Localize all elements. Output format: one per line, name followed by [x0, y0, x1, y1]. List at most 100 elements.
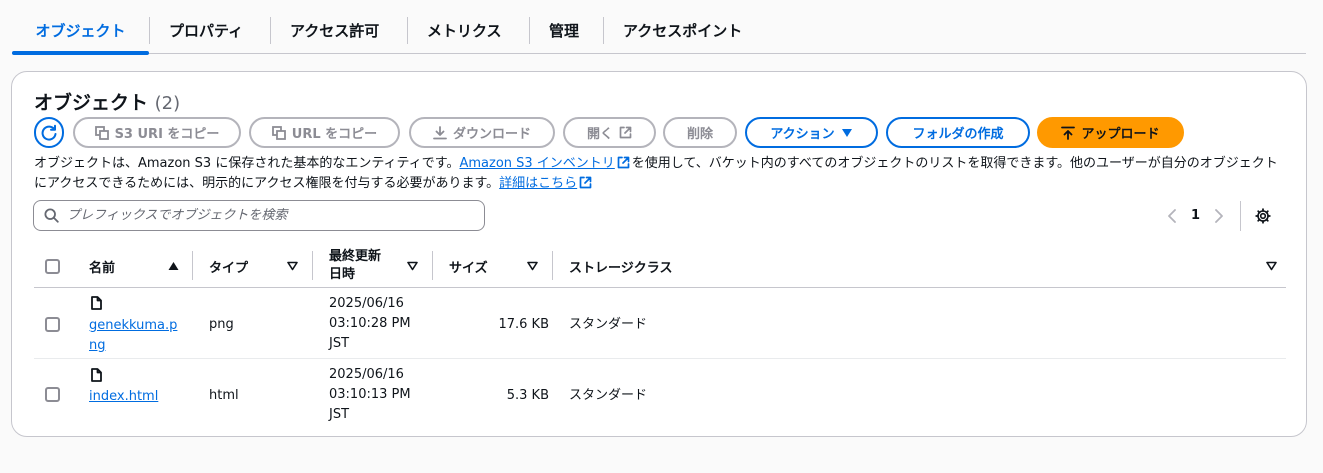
column-divider	[432, 251, 433, 280]
sort-icon[interactable]	[527, 261, 538, 271]
chevron-left-icon[interactable]	[1167, 208, 1177, 223]
modified-tz: JST	[329, 336, 350, 351]
create-folder-button[interactable]: フォルダの作成	[886, 117, 1030, 148]
sort-icon[interactable]	[407, 261, 418, 271]
actions-label: アクション	[770, 127, 835, 142]
copy-url-label: URL をコピー	[291, 127, 378, 142]
external-link-icon	[619, 126, 632, 139]
file-icon	[91, 368, 102, 382]
column-type[interactable]: タイプ	[209, 244, 248, 288]
tab-metrics-label: メトリクス	[427, 22, 502, 40]
row-checkbox-box	[45, 387, 60, 402]
description-text-1: オブジェクトは、Amazon S3 に保存された基本的なエンティティです。	[34, 156, 460, 171]
tab-metrics[interactable]: メトリクス	[407, 8, 529, 53]
search-box	[33, 200, 485, 231]
sort-icon[interactable]	[1266, 261, 1277, 271]
table-row: genekkuma.p ng png 2025/06/16 03:10:28 P…	[34, 288, 1286, 359]
download-icon	[433, 125, 447, 139]
tab-permissions[interactable]: アクセス許可	[270, 8, 407, 53]
gear-icon[interactable]	[1255, 207, 1271, 224]
object-name-link[interactable]: genekkuma.p ng	[89, 316, 189, 356]
tab-bar: オブジェクト プロパティ アクセス許可 メトリクス 管理 アクセスポイント	[12, 8, 1306, 55]
table-header: 名前 タイプ 最終更新 日時 サイズ ストレージクラス	[34, 244, 1286, 288]
tab-permissions-label: アクセス許可	[290, 22, 380, 40]
object-count: (2)	[154, 93, 181, 114]
search-input[interactable]	[67, 208, 467, 223]
open-button[interactable]: 開く	[563, 117, 656, 148]
create-folder-label: フォルダの作成	[912, 127, 1004, 142]
tab-objects-label: オブジェクト	[35, 22, 126, 40]
search-icon	[44, 208, 59, 223]
object-size: 17.6 KB	[498, 317, 549, 332]
objects-description: オブジェクトは、Amazon S3 に保存された基本的なエンティティです。Ama…	[34, 154, 1284, 194]
pagination: 1	[1167, 200, 1271, 231]
delete-label: 削除	[686, 127, 713, 142]
column-last-modified-label-2: 日時	[329, 267, 356, 282]
upload-button[interactable]: アップロード	[1037, 117, 1184, 148]
tab-access-points[interactable]: アクセスポイント	[603, 8, 773, 53]
upload-icon	[1061, 126, 1076, 140]
copy-url-button[interactable]: URL をコピー	[249, 117, 400, 148]
row-checkbox[interactable]	[45, 317, 60, 332]
object-name-line-1: index.html	[89, 389, 159, 404]
refresh-icon	[41, 124, 57, 141]
sort-ascending-icon[interactable]	[168, 261, 179, 271]
open-label: 開く	[586, 127, 613, 142]
actions-dropdown[interactable]: アクション	[745, 117, 878, 148]
column-name-label: 名前	[89, 260, 116, 276]
download-button[interactable]: ダウンロード	[409, 117, 555, 148]
panel-title: オブジェクト (2)	[34, 88, 180, 115]
download-label: ダウンロード	[452, 127, 531, 142]
tab-management[interactable]: 管理	[529, 8, 603, 53]
select-all-checkbox[interactable]	[45, 258, 60, 274]
copy-icon	[271, 125, 286, 140]
file-icon	[91, 296, 102, 310]
chevron-right-icon[interactable]	[1214, 208, 1224, 223]
modified-date: 2025/06/16	[329, 367, 404, 382]
panel-title-text: オブジェクト	[34, 92, 149, 114]
sort-icon[interactable]	[287, 261, 298, 271]
tab-objects[interactable]: オブジェクト	[12, 8, 149, 55]
tab-properties[interactable]: プロパティ	[149, 8, 270, 53]
column-last-modified[interactable]: 最終更新 日時	[329, 244, 381, 288]
column-divider	[192, 251, 193, 280]
object-storage-class: スタンダード	[569, 388, 648, 403]
object-name-link[interactable]: index.html	[89, 387, 189, 407]
pager-divider	[1240, 200, 1242, 231]
inventory-link[interactable]: Amazon S3 インベントリ	[459, 156, 614, 171]
column-size-label: サイズ	[449, 260, 488, 276]
object-last-modified: 2025/06/16 03:10:28 PM JST	[329, 294, 411, 354]
modified-time: 03:10:28 PM	[329, 316, 411, 331]
column-divider	[312, 251, 313, 280]
learn-more-link[interactable]: 詳細はこちら	[499, 176, 577, 191]
copy-s3-uri-button[interactable]: S3 URI をコピー	[73, 117, 241, 148]
objects-panel: オブジェクト (2) S3 URI をコピー URL をコピー ダウンロード 開…	[11, 71, 1307, 437]
column-size[interactable]: サイズ	[449, 244, 488, 288]
column-storage-class-label: ストレージクラス	[569, 260, 673, 276]
refresh-button[interactable]	[34, 117, 64, 148]
external-link-icon	[579, 176, 592, 189]
caret-down-icon	[841, 128, 852, 137]
object-name-line-1: genekkuma.p	[89, 318, 178, 333]
column-storage-class[interactable]: ストレージクラス	[569, 244, 672, 288]
column-type-label: タイプ	[209, 260, 249, 276]
column-last-modified-label-1: 最終更新	[329, 249, 382, 264]
column-name[interactable]: 名前	[89, 244, 115, 288]
row-checkbox[interactable]	[45, 387, 60, 402]
object-type: html	[209, 388, 239, 403]
copy-s3-uri-label: S3 URI をコピー	[114, 127, 220, 142]
modified-time: 03:10:13 PM	[329, 387, 411, 402]
tab-properties-label: プロパティ	[169, 22, 244, 40]
delete-button[interactable]: 削除	[663, 117, 737, 148]
copy-icon	[94, 125, 109, 140]
object-last-modified: 2025/06/16 03:10:13 PM JST	[329, 365, 411, 425]
object-storage-class: スタンダード	[569, 317, 648, 332]
table-row: index.html html 2025/06/16 03:10:13 PM J…	[34, 360, 1286, 430]
tab-access-points-label: アクセスポイント	[623, 22, 743, 40]
select-all-cell	[45, 244, 60, 288]
object-type: png	[209, 317, 234, 332]
modified-date: 2025/06/16	[329, 296, 404, 311]
current-page[interactable]: 1	[1191, 208, 1200, 223]
object-name-line-2: ng	[89, 338, 106, 353]
external-link-icon	[617, 156, 630, 169]
